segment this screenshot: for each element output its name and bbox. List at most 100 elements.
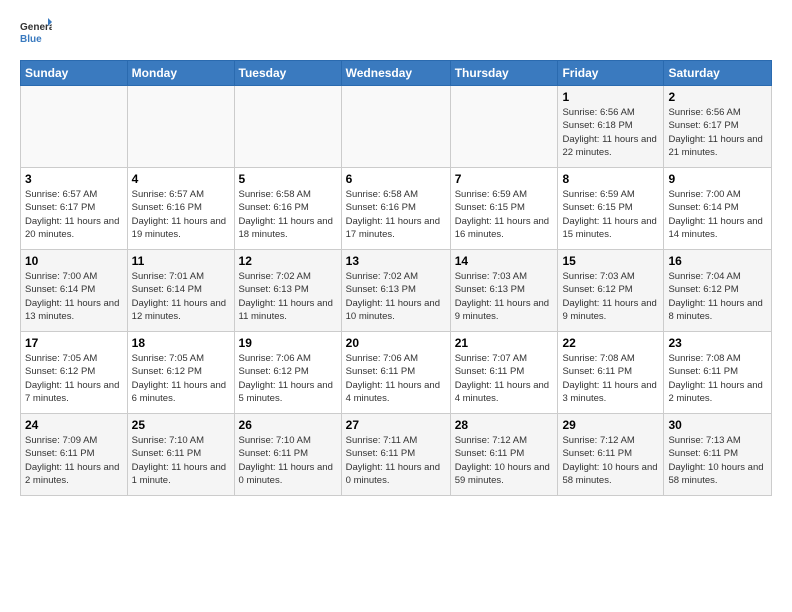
day-cell [127, 86, 234, 168]
day-number: 24 [25, 418, 123, 432]
day-cell: 22 Sunrise: 7:08 AM Sunset: 6:11 PM Dayli… [558, 332, 664, 414]
day-number: 22 [562, 336, 659, 350]
day-cell: 25 Sunrise: 7:10 AM Sunset: 6:11 PM Dayli… [127, 414, 234, 496]
day-info: Sunrise: 7:10 AM Sunset: 6:11 PM Dayligh… [132, 434, 230, 487]
day-info: Sunrise: 7:00 AM Sunset: 6:14 PM Dayligh… [668, 188, 767, 241]
week-row-1: 1 Sunrise: 6:56 AM Sunset: 6:18 PM Daylig… [21, 86, 772, 168]
day-info: Sunrise: 7:07 AM Sunset: 6:11 PM Dayligh… [455, 352, 554, 405]
day-number: 20 [346, 336, 446, 350]
day-number: 7 [455, 172, 554, 186]
day-cell: 18Sunrise: 7:05 AM Sunset: 6:12 PM Dayli… [127, 332, 234, 414]
day-info: Sunrise: 7:09 AM Sunset: 6:11 PM Dayligh… [25, 434, 123, 487]
day-cell: 4 Sunrise: 6:57 AM Sunset: 6:16 PM Daylig… [127, 168, 234, 250]
page: General Blue SundayMondayTuesdayWednesda… [0, 0, 792, 506]
day-cell: 5Sunrise: 6:58 AM Sunset: 6:16 PM Daylig… [234, 168, 341, 250]
day-number: 30 [668, 418, 767, 432]
week-row-5: 24 Sunrise: 7:09 AM Sunset: 6:11 PM Dayli… [21, 414, 772, 496]
day-number: 16 [668, 254, 767, 268]
day-number: 21 [455, 336, 554, 350]
day-info: Sunrise: 7:12 AM Sunset: 6:11 PM Dayligh… [562, 434, 659, 487]
day-info: Sunrise: 6:59 AM Sunset: 6:15 PM Dayligh… [455, 188, 554, 241]
day-info: Sunrise: 6:59 AM Sunset: 6:15 PM Dayligh… [562, 188, 659, 241]
day-info: Sunrise: 7:01 AM Sunset: 6:14 PM Dayligh… [132, 270, 230, 323]
logo: General Blue [20, 16, 52, 52]
day-number: 29 [562, 418, 659, 432]
weekday-header-saturday: Saturday [664, 61, 772, 86]
day-number: 26 [239, 418, 337, 432]
day-cell: 13Sunrise: 7:02 AM Sunset: 6:13 PM Dayli… [341, 250, 450, 332]
day-number: 28 [455, 418, 554, 432]
svg-text:General: General [20, 22, 52, 33]
header-area: General Blue [20, 16, 772, 52]
day-info: Sunrise: 7:04 AM Sunset: 6:12 PM Dayligh… [668, 270, 767, 323]
day-number: 25 [132, 418, 230, 432]
day-info: Sunrise: 7:08 AM Sunset: 6:11 PM Dayligh… [562, 352, 659, 405]
logo-svg: General Blue [20, 16, 52, 52]
day-cell [21, 86, 128, 168]
day-cell: 21 Sunrise: 7:07 AM Sunset: 6:11 PM Dayli… [450, 332, 558, 414]
day-info: Sunrise: 7:02 AM Sunset: 6:13 PM Dayligh… [239, 270, 337, 323]
weekday-header-wednesday: Wednesday [341, 61, 450, 86]
day-cell: 27Sunrise: 7:11 AM Sunset: 6:11 PM Dayli… [341, 414, 450, 496]
day-number: 10 [25, 254, 123, 268]
day-cell: 12 Sunrise: 7:02 AM Sunset: 6:13 PM Dayli… [234, 250, 341, 332]
day-number: 13 [346, 254, 446, 268]
weekday-header-monday: Monday [127, 61, 234, 86]
day-info: Sunrise: 7:05 AM Sunset: 6:12 PM Dayligh… [25, 352, 123, 405]
week-row-2: 3Sunrise: 6:57 AM Sunset: 6:17 PM Daylig… [21, 168, 772, 250]
day-info: Sunrise: 7:03 AM Sunset: 6:12 PM Dayligh… [562, 270, 659, 323]
day-cell: 19 Sunrise: 7:06 AM Sunset: 6:12 PM Dayli… [234, 332, 341, 414]
day-info: Sunrise: 6:56 AM Sunset: 6:18 PM Dayligh… [562, 106, 659, 159]
day-info: Sunrise: 7:08 AM Sunset: 6:11 PM Dayligh… [668, 352, 767, 405]
day-number: 17 [25, 336, 123, 350]
day-info: Sunrise: 7:00 AM Sunset: 6:14 PM Dayligh… [25, 270, 123, 323]
day-info: Sunrise: 7:03 AM Sunset: 6:13 PM Dayligh… [455, 270, 554, 323]
day-number: 6 [346, 172, 446, 186]
day-cell [341, 86, 450, 168]
weekday-header-row: SundayMondayTuesdayWednesdayThursdayFrid… [21, 61, 772, 86]
day-number: 9 [668, 172, 767, 186]
day-cell: 9 Sunrise: 7:00 AM Sunset: 6:14 PM Daylig… [664, 168, 772, 250]
day-number: 1 [562, 90, 659, 104]
day-cell: 3Sunrise: 6:57 AM Sunset: 6:17 PM Daylig… [21, 168, 128, 250]
weekday-header-tuesday: Tuesday [234, 61, 341, 86]
day-cell [234, 86, 341, 168]
day-cell [450, 86, 558, 168]
day-number: 2 [668, 90, 767, 104]
day-cell: 23 Sunrise: 7:08 AM Sunset: 6:11 PM Dayli… [664, 332, 772, 414]
weekday-header-friday: Friday [558, 61, 664, 86]
day-info: Sunrise: 6:57 AM Sunset: 6:16 PM Dayligh… [132, 188, 230, 241]
day-info: Sunrise: 6:58 AM Sunset: 6:16 PM Dayligh… [346, 188, 446, 241]
day-cell: 20Sunrise: 7:06 AM Sunset: 6:11 PM Dayli… [341, 332, 450, 414]
day-number: 12 [239, 254, 337, 268]
weekday-header-thursday: Thursday [450, 61, 558, 86]
week-row-4: 17 Sunrise: 7:05 AM Sunset: 6:12 PM Dayli… [21, 332, 772, 414]
day-cell: 14Sunrise: 7:03 AM Sunset: 6:13 PM Dayli… [450, 250, 558, 332]
day-info: Sunrise: 7:10 AM Sunset: 6:11 PM Dayligh… [239, 434, 337, 487]
day-cell: 8Sunrise: 6:59 AM Sunset: 6:15 PM Daylig… [558, 168, 664, 250]
day-info: Sunrise: 6:56 AM Sunset: 6:17 PM Dayligh… [668, 106, 767, 159]
day-info: Sunrise: 7:06 AM Sunset: 6:12 PM Dayligh… [239, 352, 337, 405]
day-number: 4 [132, 172, 230, 186]
day-cell: 6 Sunrise: 6:58 AM Sunset: 6:16 PM Daylig… [341, 168, 450, 250]
day-cell: 24 Sunrise: 7:09 AM Sunset: 6:11 PM Dayli… [21, 414, 128, 496]
day-number: 3 [25, 172, 123, 186]
weekday-header-sunday: Sunday [21, 61, 128, 86]
day-cell: 29 Sunrise: 7:12 AM Sunset: 6:11 PM Dayli… [558, 414, 664, 496]
day-cell: 2 Sunrise: 6:56 AM Sunset: 6:17 PM Daylig… [664, 86, 772, 168]
calendar: SundayMondayTuesdayWednesdayThursdayFrid… [20, 60, 772, 496]
day-number: 19 [239, 336, 337, 350]
day-cell: 26 Sunrise: 7:10 AM Sunset: 6:11 PM Dayli… [234, 414, 341, 496]
day-cell: 17 Sunrise: 7:05 AM Sunset: 6:12 PM Dayli… [21, 332, 128, 414]
day-number: 23 [668, 336, 767, 350]
week-row-3: 10 Sunrise: 7:00 AM Sunset: 6:14 PM Dayli… [21, 250, 772, 332]
day-cell: 16 Sunrise: 7:04 AM Sunset: 6:12 PM Dayli… [664, 250, 772, 332]
day-number: 27 [346, 418, 446, 432]
day-number: 11 [132, 254, 230, 268]
day-cell: 28Sunrise: 7:12 AM Sunset: 6:11 PM Dayli… [450, 414, 558, 496]
day-cell: 10 Sunrise: 7:00 AM Sunset: 6:14 PM Dayli… [21, 250, 128, 332]
day-cell: 11 Sunrise: 7:01 AM Sunset: 6:14 PM Dayli… [127, 250, 234, 332]
day-info: Sunrise: 6:58 AM Sunset: 6:16 PM Dayligh… [239, 188, 337, 241]
day-number: 15 [562, 254, 659, 268]
day-info: Sunrise: 7:13 AM Sunset: 6:11 PM Dayligh… [668, 434, 767, 487]
